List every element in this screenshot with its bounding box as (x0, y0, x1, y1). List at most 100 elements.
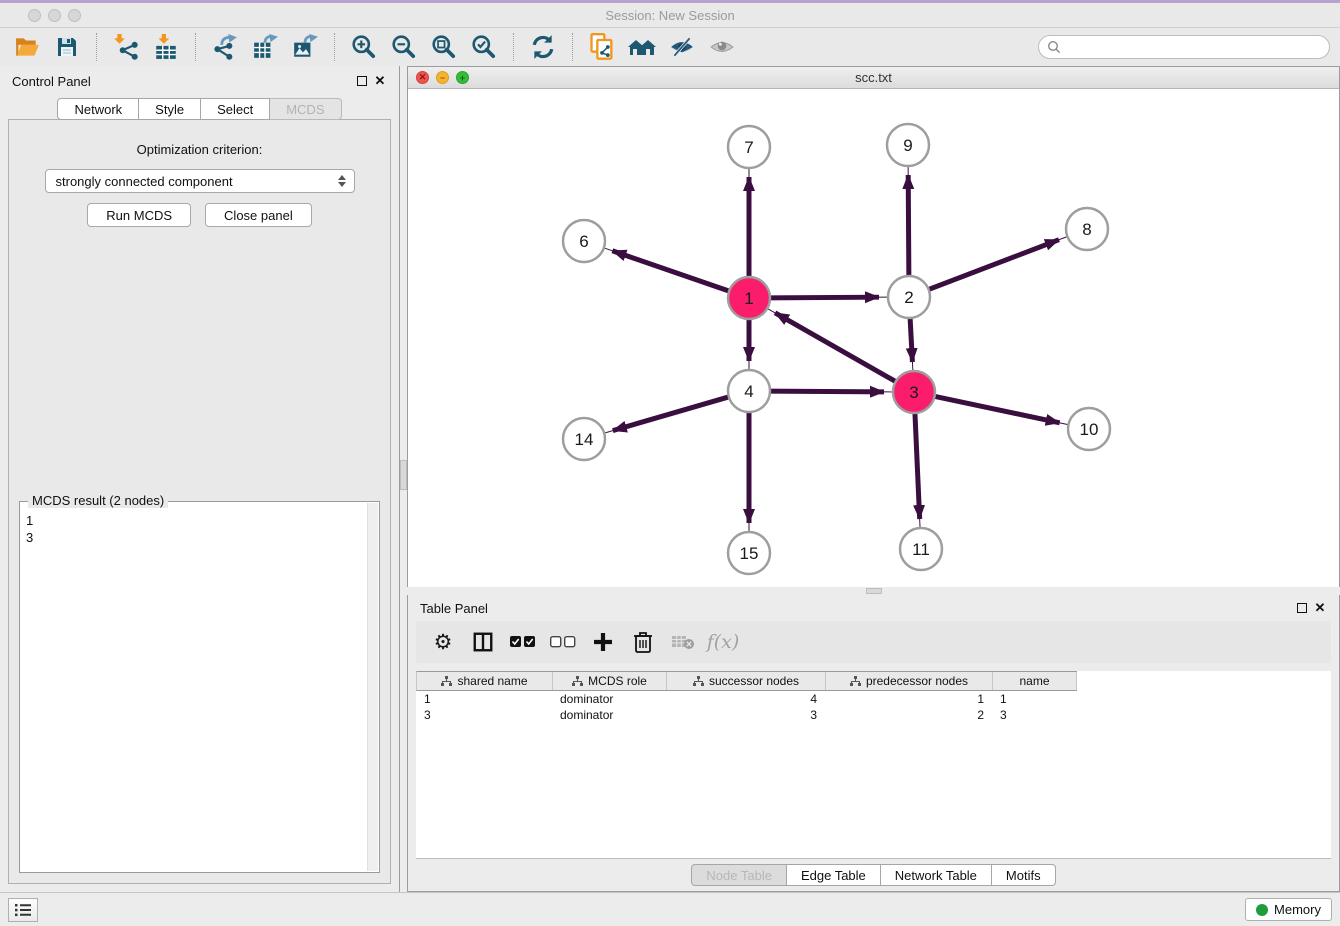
criterion-select[interactable]: strongly connected component (45, 169, 355, 193)
column-attribute-icon (572, 676, 583, 687)
refresh-layout-icon[interactable] (526, 32, 560, 62)
optimization-criterion-label: Optimization criterion: (9, 142, 390, 157)
zoom-window-icon[interactable] (68, 9, 81, 22)
zoom-fit-icon[interactable] (427, 32, 461, 62)
select-stepper-icon (338, 175, 346, 187)
memory-button[interactable]: Memory (1245, 898, 1332, 921)
tab-select[interactable]: Select (201, 98, 270, 120)
save-icon[interactable] (50, 32, 84, 62)
export-image-icon[interactable] (288, 32, 322, 62)
close-view-icon[interactable]: ✕ (416, 71, 429, 84)
graph-node-label: 15 (740, 544, 759, 563)
graph-edge-1-6[interactable] (612, 251, 731, 292)
copy-network-icon[interactable] (585, 32, 619, 62)
network-title: scc.txt (855, 70, 892, 85)
tab-node-table[interactable]: Node Table (691, 864, 787, 886)
graph-node-label: 1 (744, 289, 753, 308)
task-history-button[interactable] (8, 898, 38, 922)
result-line: 3 (26, 529, 363, 546)
float-panel-icon[interactable] (353, 73, 371, 89)
import-network-icon[interactable] (109, 32, 143, 62)
column-attribute-icon (693, 676, 704, 687)
delete-table-icon[interactable] (668, 627, 698, 657)
column-header-shared-name[interactable]: shared name (417, 672, 553, 690)
zoom-in-icon[interactable] (347, 32, 381, 62)
graph-edge-3-11[interactable] (915, 411, 920, 519)
minimize-window-icon[interactable] (48, 9, 61, 22)
function-builder-icon[interactable]: f(x) (708, 627, 738, 657)
delete-column-icon[interactable] (628, 627, 658, 657)
graph-node-label: 4 (744, 382, 753, 401)
graph-edge-2-9[interactable] (908, 175, 909, 278)
column-header-name[interactable]: name (993, 672, 1077, 690)
deselect-all-rows-icon[interactable] (548, 627, 578, 657)
graph-node-label: 14 (575, 430, 594, 449)
split-handle[interactable] (400, 460, 407, 490)
control-panel-title: Control Panel (12, 74, 353, 89)
network-canvas[interactable]: 1234678910111415 (408, 89, 1339, 587)
export-table-icon[interactable] (248, 32, 282, 62)
control-panel: Control Panel ✕ Network Style Select MCD… (0, 66, 400, 892)
minimize-view-icon[interactable]: − (436, 71, 449, 84)
close-panel-icon[interactable]: ✕ (371, 73, 389, 89)
import-table-icon[interactable] (149, 32, 183, 62)
mcds-result-list[interactable]: 1 3 (20, 502, 379, 550)
node-table: shared name MCDS role successor nodes (416, 671, 1331, 859)
show-all-icon[interactable] (705, 32, 739, 62)
maximize-view-icon[interactable]: + (456, 71, 469, 84)
zoom-selected-icon[interactable] (467, 32, 501, 62)
network-view-window: ✕ − + scc.txt 1234678910111415 (407, 66, 1340, 587)
column-header-successor-nodes[interactable]: successor nodes (667, 672, 826, 690)
graph-node-label: 10 (1080, 420, 1099, 439)
create-column-icon[interactable] (588, 627, 618, 657)
horizontal-split-divider[interactable] (407, 587, 1340, 595)
close-window-icon[interactable] (28, 9, 41, 22)
graph-edge-2-3[interactable] (910, 316, 912, 362)
export-network-icon[interactable] (208, 32, 242, 62)
session-title: Session: New Session (605, 8, 734, 23)
graph-edge-3-1[interactable] (775, 313, 897, 383)
home-view-icon[interactable] (625, 32, 659, 62)
network-graph[interactable]: 1234678910111415 (408, 89, 1339, 587)
tab-motifs[interactable]: Motifs (992, 864, 1056, 886)
select-all-rows-icon[interactable] (508, 627, 538, 657)
close-panel-button[interactable]: Close panel (205, 203, 312, 227)
show-columns-icon[interactable] (468, 627, 498, 657)
network-window-titlebar[interactable]: ✕ − + scc.txt (408, 67, 1339, 89)
zoom-out-icon[interactable] (387, 32, 421, 62)
table-row[interactable]: 3 dominator 3 2 3 (416, 707, 1331, 723)
graph-node-label: 9 (903, 136, 912, 155)
tab-mcds[interactable]: MCDS (270, 98, 341, 120)
open-folder-icon[interactable] (10, 32, 44, 62)
result-scrollbar[interactable] (367, 503, 378, 871)
tab-edge-table[interactable]: Edge Table (787, 864, 881, 886)
column-header-predecessor-nodes[interactable]: predecessor nodes (826, 672, 993, 690)
table-row[interactable]: 1 dominator 4 1 1 (416, 691, 1331, 707)
list-icon (15, 903, 31, 917)
graph-edge-3-10[interactable] (933, 396, 1060, 423)
search-box[interactable] (1038, 35, 1330, 59)
vertical-split-divider[interactable] (400, 66, 407, 892)
column-attribute-icon (850, 676, 861, 687)
graph-edge-1-2[interactable] (768, 297, 879, 298)
column-header-mcds-role[interactable]: MCDS role (553, 672, 667, 690)
hide-selected-icon[interactable] (665, 32, 699, 62)
search-input[interactable] (1066, 40, 1321, 55)
tab-style[interactable]: Style (139, 98, 201, 120)
run-mcds-button[interactable]: Run MCDS (87, 203, 191, 227)
graph-edge-4-3[interactable] (768, 391, 884, 392)
split-handle[interactable] (866, 588, 882, 594)
criterion-selected-value: strongly connected component (56, 174, 338, 189)
graph-edge-4-14[interactable] (613, 396, 731, 430)
window-titlebar: Session: New Session (0, 0, 1340, 28)
application-window: Session: New Session (0, 0, 1340, 926)
table-settings-gear-icon[interactable]: ⚙ (428, 627, 458, 657)
table-header-row: shared name MCDS role successor nodes (416, 671, 1077, 691)
tab-network[interactable]: Network (57, 98, 139, 120)
toolbar-separator (572, 33, 573, 61)
float-panel-icon[interactable] (1293, 600, 1311, 616)
tab-network-table[interactable]: Network Table (881, 864, 992, 886)
close-panel-icon[interactable]: ✕ (1311, 600, 1329, 616)
table-panel-title: Table Panel (420, 601, 1293, 616)
graph-edge-2-8[interactable] (927, 240, 1059, 291)
